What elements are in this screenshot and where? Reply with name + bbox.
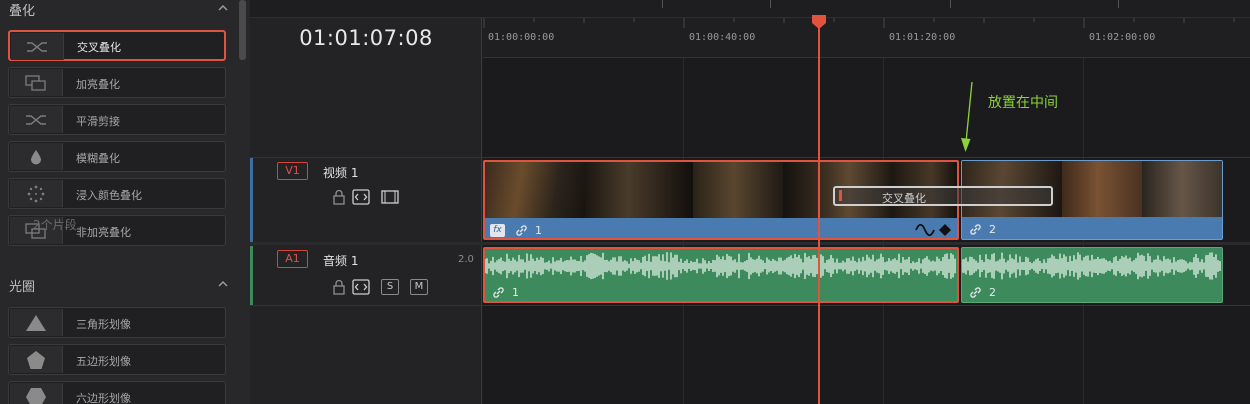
track-id-a1[interactable]: A1 [277,250,308,268]
timeline-toolbar [250,0,1250,18]
link-icon [970,224,981,235]
section-title: 叠化 [9,4,36,19]
track-id-v1[interactable]: V1 [277,162,308,180]
clip-number: 2 [989,286,996,299]
iris-section-header[interactable]: 光圈 [0,276,240,298]
audio-clip-1[interactable]: 1 [483,247,959,303]
audio-waveform [485,252,956,280]
ruler-label: 01:02:00:00 [1089,32,1156,43]
effect-label: 浸入颜色叠化 [76,189,142,202]
effect-item-additive-dissolve[interactable]: 加亮叠化 [8,67,226,98]
additive-dissolve-icon [10,69,63,96]
ruler-label: 01:00:00:00 [488,32,555,43]
playhead-handle[interactable] [810,14,828,30]
track-divider [250,242,1250,245]
ruler-label: 01:00:40:00 [689,32,756,43]
section-title: 光圈 [9,280,36,295]
clip-number: 2 [989,223,996,236]
link-icon [493,287,504,298]
triangle-iris-icon [10,309,63,336]
transition-marker [839,190,842,201]
link-icon [970,287,981,298]
disable-track-icon[interactable] [381,189,399,205]
thumbnail-frame [1142,161,1222,217]
effect-label: 六边形划像 [76,392,131,404]
clip-number: 1 [535,224,542,237]
video-track-header[interactable]: V1 视频 1 [250,158,482,242]
transition-label: 交叉叠化 [882,192,926,205]
effect-label: 平滑剪接 [76,115,120,128]
effect-item-blur-dissolve[interactable]: 模糊叠化 [8,141,226,172]
timecode-display: 01:01:07:08 [299,26,433,50]
toolbar-divider [950,0,951,8]
panel-scrollbar[interactable] [239,0,246,60]
dragged-transition[interactable]: 交叉叠化 [833,186,1053,206]
effect-item-hexagon-iris[interactable]: 六边形划像 [8,381,226,404]
retime-curve-icon[interactable] [915,222,937,238]
chevron-up-icon[interactable] [216,277,230,291]
hexagon-iris-icon [10,383,63,404]
toolbar-divider [662,0,663,8]
effect-item-pentagon-iris[interactable]: 五边形划像 [8,344,226,375]
track-name: 音频 1 [323,254,359,268]
auto-select-icon[interactable] [352,279,370,295]
mute-button[interactable]: M [410,279,428,295]
keyframe-icon[interactable] [939,224,951,236]
fx-badge[interactable]: fx [490,224,505,237]
effect-item-smooth-cut[interactable]: 平滑剪接 [8,104,226,135]
thumbnail-frame [485,162,585,218]
clip-count: 2个片段 [33,218,77,232]
annotation-arrow-icon [961,81,973,152]
clip-number: 1 [512,286,519,299]
auto-select-icon[interactable] [352,189,370,205]
effects-library-panel: 叠化 交叉叠化 加亮叠化 平滑剪接 模糊叠化 浸入颜色叠化 非加亮叠化 光圈 三… [0,0,250,404]
dip-to-color-icon [10,180,63,207]
track-divider [250,305,1250,306]
ruler-label: 01:01:20:00 [889,32,956,43]
audio-track-header[interactable]: A1 音频 1 2.0 S M [250,246,482,305]
toolbar-divider [770,0,771,8]
effect-item-triangle-iris[interactable]: 三角形划像 [8,307,226,338]
chevron-up-icon[interactable] [216,1,230,15]
effect-label: 非加亮叠化 [76,226,131,239]
audio-waveform [962,252,1221,280]
pentagon-iris-icon [10,346,63,373]
lock-icon[interactable] [330,279,348,295]
link-icon [516,225,527,236]
toolbar-divider [1118,0,1119,8]
thumbnail-frame [693,162,783,218]
effect-label: 三角形划像 [76,318,131,331]
effect-item-cross-dissolve[interactable]: 交叉叠化 [8,30,226,61]
effect-label: 五边形划像 [76,355,131,368]
track-name: 视频 1 [323,166,359,180]
smooth-cut-icon [10,106,63,133]
cross-dissolve-icon [11,33,64,60]
thumbnail-frame [585,162,693,218]
blur-dissolve-icon [10,143,63,170]
timeline-ruler[interactable]: 01:00:00:00 01:00:40:00 01:01:20:00 01:0… [483,18,1250,58]
audio-clip-2[interactable]: 2 [961,247,1223,303]
channel-format: 2.0 [458,254,474,265]
effect-label: 模糊叠化 [76,152,120,165]
effect-label: 加亮叠化 [76,78,120,91]
playhead-line[interactable] [818,18,820,404]
solo-button[interactable]: S [381,279,399,295]
effect-item-dip-to-color[interactable]: 浸入颜色叠化 [8,178,226,209]
lock-icon[interactable] [330,189,348,205]
thumbnail-frame [1062,161,1142,217]
effect-label: 交叉叠化 [77,41,121,54]
dissolve-section-header[interactable]: 叠化 [0,0,240,22]
annotation-text: 放置在中间 [988,95,1058,111]
